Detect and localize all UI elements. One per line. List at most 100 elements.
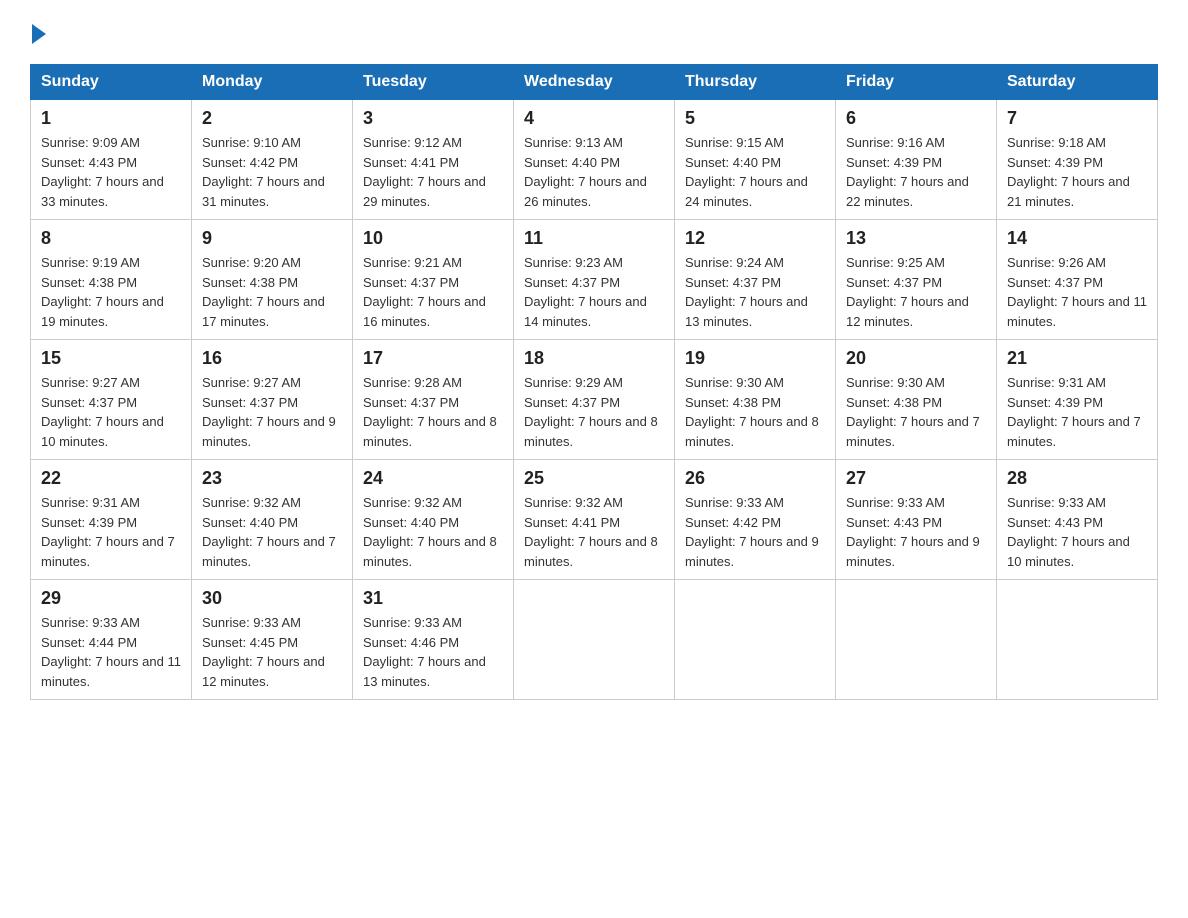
- logo-arrow-icon: [32, 24, 46, 44]
- calendar-week-row: 29 Sunrise: 9:33 AM Sunset: 4:44 PM Dayl…: [31, 580, 1158, 700]
- day-number: 13: [846, 228, 986, 249]
- day-info: Sunrise: 9:15 AM Sunset: 4:40 PM Dayligh…: [685, 133, 825, 211]
- day-number: 5: [685, 108, 825, 129]
- calendar-day-cell: 9 Sunrise: 9:20 AM Sunset: 4:38 PM Dayli…: [192, 220, 353, 340]
- calendar-day-cell: 12 Sunrise: 9:24 AM Sunset: 4:37 PM Dayl…: [675, 220, 836, 340]
- day-info: Sunrise: 9:25 AM Sunset: 4:37 PM Dayligh…: [846, 253, 986, 331]
- col-tuesday: Tuesday: [353, 65, 514, 100]
- day-info: Sunrise: 9:27 AM Sunset: 4:37 PM Dayligh…: [202, 373, 342, 451]
- calendar-header-row: Sunday Monday Tuesday Wednesday Thursday…: [31, 65, 1158, 100]
- day-number: 28: [1007, 468, 1147, 489]
- calendar-day-cell: 19 Sunrise: 9:30 AM Sunset: 4:38 PM Dayl…: [675, 340, 836, 460]
- calendar-day-cell: 8 Sunrise: 9:19 AM Sunset: 4:38 PM Dayli…: [31, 220, 192, 340]
- col-saturday: Saturday: [997, 65, 1158, 100]
- day-number: 16: [202, 348, 342, 369]
- calendar-day-cell: 20 Sunrise: 9:30 AM Sunset: 4:38 PM Dayl…: [836, 340, 997, 460]
- day-number: 30: [202, 588, 342, 609]
- day-info: Sunrise: 9:16 AM Sunset: 4:39 PM Dayligh…: [846, 133, 986, 211]
- calendar-day-cell: [675, 580, 836, 700]
- day-info: Sunrise: 9:32 AM Sunset: 4:40 PM Dayligh…: [202, 493, 342, 571]
- day-info: Sunrise: 9:23 AM Sunset: 4:37 PM Dayligh…: [524, 253, 664, 331]
- calendar-day-cell: 17 Sunrise: 9:28 AM Sunset: 4:37 PM Dayl…: [353, 340, 514, 460]
- day-info: Sunrise: 9:30 AM Sunset: 4:38 PM Dayligh…: [685, 373, 825, 451]
- day-info: Sunrise: 9:31 AM Sunset: 4:39 PM Dayligh…: [41, 493, 181, 571]
- calendar-day-cell: 13 Sunrise: 9:25 AM Sunset: 4:37 PM Dayl…: [836, 220, 997, 340]
- day-info: Sunrise: 9:33 AM Sunset: 4:44 PM Dayligh…: [41, 613, 181, 691]
- logo: [30, 20, 46, 44]
- calendar-day-cell: 21 Sunrise: 9:31 AM Sunset: 4:39 PM Dayl…: [997, 340, 1158, 460]
- day-info: Sunrise: 9:28 AM Sunset: 4:37 PM Dayligh…: [363, 373, 503, 451]
- day-info: Sunrise: 9:24 AM Sunset: 4:37 PM Dayligh…: [685, 253, 825, 331]
- day-info: Sunrise: 9:09 AM Sunset: 4:43 PM Dayligh…: [41, 133, 181, 211]
- calendar-week-row: 15 Sunrise: 9:27 AM Sunset: 4:37 PM Dayl…: [31, 340, 1158, 460]
- day-info: Sunrise: 9:18 AM Sunset: 4:39 PM Dayligh…: [1007, 133, 1147, 211]
- col-thursday: Thursday: [675, 65, 836, 100]
- calendar-day-cell: 27 Sunrise: 9:33 AM Sunset: 4:43 PM Dayl…: [836, 460, 997, 580]
- day-number: 29: [41, 588, 181, 609]
- day-number: 17: [363, 348, 503, 369]
- day-number: 10: [363, 228, 503, 249]
- day-number: 7: [1007, 108, 1147, 129]
- calendar-day-cell: 4 Sunrise: 9:13 AM Sunset: 4:40 PM Dayli…: [514, 100, 675, 220]
- day-number: 22: [41, 468, 181, 489]
- day-info: Sunrise: 9:21 AM Sunset: 4:37 PM Dayligh…: [363, 253, 503, 331]
- day-number: 31: [363, 588, 503, 609]
- col-wednesday: Wednesday: [514, 65, 675, 100]
- calendar-day-cell: 5 Sunrise: 9:15 AM Sunset: 4:40 PM Dayli…: [675, 100, 836, 220]
- day-number: 2: [202, 108, 342, 129]
- day-info: Sunrise: 9:31 AM Sunset: 4:39 PM Dayligh…: [1007, 373, 1147, 451]
- day-number: 11: [524, 228, 664, 249]
- day-number: 21: [1007, 348, 1147, 369]
- calendar-week-row: 8 Sunrise: 9:19 AM Sunset: 4:38 PM Dayli…: [31, 220, 1158, 340]
- day-number: 3: [363, 108, 503, 129]
- day-number: 18: [524, 348, 664, 369]
- day-number: 19: [685, 348, 825, 369]
- day-info: Sunrise: 9:33 AM Sunset: 4:46 PM Dayligh…: [363, 613, 503, 691]
- calendar-day-cell: 7 Sunrise: 9:18 AM Sunset: 4:39 PM Dayli…: [997, 100, 1158, 220]
- day-info: Sunrise: 9:30 AM Sunset: 4:38 PM Dayligh…: [846, 373, 986, 451]
- calendar-week-row: 22 Sunrise: 9:31 AM Sunset: 4:39 PM Dayl…: [31, 460, 1158, 580]
- calendar-day-cell: 26 Sunrise: 9:33 AM Sunset: 4:42 PM Dayl…: [675, 460, 836, 580]
- col-monday: Monday: [192, 65, 353, 100]
- day-info: Sunrise: 9:20 AM Sunset: 4:38 PM Dayligh…: [202, 253, 342, 331]
- col-sunday: Sunday: [31, 65, 192, 100]
- day-number: 15: [41, 348, 181, 369]
- calendar-table: Sunday Monday Tuesday Wednesday Thursday…: [30, 64, 1158, 700]
- calendar-day-cell: 1 Sunrise: 9:09 AM Sunset: 4:43 PM Dayli…: [31, 100, 192, 220]
- day-info: Sunrise: 9:33 AM Sunset: 4:43 PM Dayligh…: [1007, 493, 1147, 571]
- day-number: 8: [41, 228, 181, 249]
- calendar-day-cell: 28 Sunrise: 9:33 AM Sunset: 4:43 PM Dayl…: [997, 460, 1158, 580]
- calendar-day-cell: 11 Sunrise: 9:23 AM Sunset: 4:37 PM Dayl…: [514, 220, 675, 340]
- calendar-day-cell: 22 Sunrise: 9:31 AM Sunset: 4:39 PM Dayl…: [31, 460, 192, 580]
- calendar-week-row: 1 Sunrise: 9:09 AM Sunset: 4:43 PM Dayli…: [31, 100, 1158, 220]
- day-info: Sunrise: 9:32 AM Sunset: 4:41 PM Dayligh…: [524, 493, 664, 571]
- day-number: 24: [363, 468, 503, 489]
- page-header: [30, 20, 1158, 44]
- day-number: 1: [41, 108, 181, 129]
- calendar-day-cell: 3 Sunrise: 9:12 AM Sunset: 4:41 PM Dayli…: [353, 100, 514, 220]
- day-number: 12: [685, 228, 825, 249]
- calendar-day-cell: 24 Sunrise: 9:32 AM Sunset: 4:40 PM Dayl…: [353, 460, 514, 580]
- calendar-day-cell: 16 Sunrise: 9:27 AM Sunset: 4:37 PM Dayl…: [192, 340, 353, 460]
- calendar-day-cell: [997, 580, 1158, 700]
- calendar-day-cell: 23 Sunrise: 9:32 AM Sunset: 4:40 PM Dayl…: [192, 460, 353, 580]
- day-number: 6: [846, 108, 986, 129]
- day-number: 27: [846, 468, 986, 489]
- day-number: 20: [846, 348, 986, 369]
- day-number: 4: [524, 108, 664, 129]
- day-info: Sunrise: 9:32 AM Sunset: 4:40 PM Dayligh…: [363, 493, 503, 571]
- calendar-day-cell: 18 Sunrise: 9:29 AM Sunset: 4:37 PM Dayl…: [514, 340, 675, 460]
- day-info: Sunrise: 9:27 AM Sunset: 4:37 PM Dayligh…: [41, 373, 181, 451]
- day-info: Sunrise: 9:29 AM Sunset: 4:37 PM Dayligh…: [524, 373, 664, 451]
- day-number: 26: [685, 468, 825, 489]
- day-info: Sunrise: 9:33 AM Sunset: 4:42 PM Dayligh…: [685, 493, 825, 571]
- day-info: Sunrise: 9:13 AM Sunset: 4:40 PM Dayligh…: [524, 133, 664, 211]
- calendar-day-cell: 2 Sunrise: 9:10 AM Sunset: 4:42 PM Dayli…: [192, 100, 353, 220]
- day-info: Sunrise: 9:19 AM Sunset: 4:38 PM Dayligh…: [41, 253, 181, 331]
- calendar-day-cell: 6 Sunrise: 9:16 AM Sunset: 4:39 PM Dayli…: [836, 100, 997, 220]
- day-info: Sunrise: 9:26 AM Sunset: 4:37 PM Dayligh…: [1007, 253, 1147, 331]
- calendar-day-cell: 25 Sunrise: 9:32 AM Sunset: 4:41 PM Dayl…: [514, 460, 675, 580]
- calendar-day-cell: 15 Sunrise: 9:27 AM Sunset: 4:37 PM Dayl…: [31, 340, 192, 460]
- day-info: Sunrise: 9:12 AM Sunset: 4:41 PM Dayligh…: [363, 133, 503, 211]
- day-number: 14: [1007, 228, 1147, 249]
